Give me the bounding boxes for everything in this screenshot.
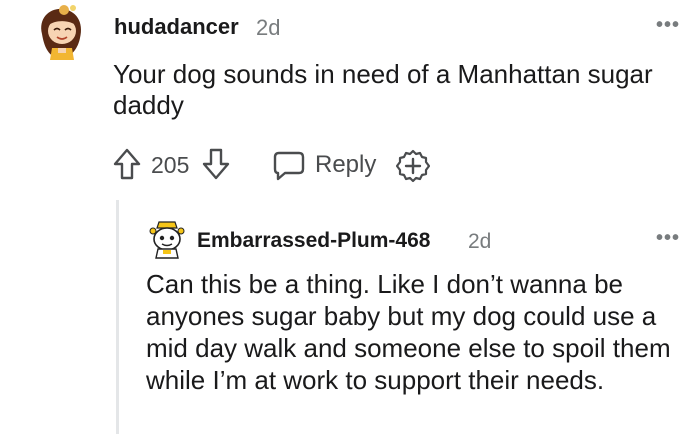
- comment-author[interactable]: hudadancer: [114, 14, 239, 40]
- thread-line[interactable]: [116, 200, 119, 434]
- comment-body: Can this be a thing. Like I don’t wanna …: [146, 269, 671, 395]
- upvote-button[interactable]: [112, 147, 142, 181]
- comment-timestamp: 2d: [256, 15, 281, 40]
- avatar[interactable]: [34, 4, 88, 60]
- more-options-icon[interactable]: •••: [656, 15, 680, 35]
- reply-icon: [273, 151, 305, 181]
- comment-body: Your dog sounds in need of a Manhattan s…: [113, 59, 653, 120]
- user-avatar-icon: [41, 5, 82, 60]
- upvote-icon: [113, 148, 141, 180]
- reply-button[interactable]: [271, 148, 307, 182]
- comment-author[interactable]: Embarrassed-Plum-468: [197, 229, 430, 253]
- downvote-button[interactable]: [201, 147, 231, 181]
- reply-label[interactable]: Reply: [315, 151, 376, 179]
- comment-timestamp: 2d: [468, 230, 492, 253]
- more-options-icon[interactable]: •••: [656, 228, 680, 248]
- user-avatar-icon: [149, 221, 185, 259]
- downvote-icon: [202, 148, 230, 180]
- vote-score: 205: [151, 152, 190, 178]
- avatar[interactable]: [147, 219, 187, 259]
- award-button[interactable]: [395, 149, 431, 183]
- award-icon: [395, 149, 431, 183]
